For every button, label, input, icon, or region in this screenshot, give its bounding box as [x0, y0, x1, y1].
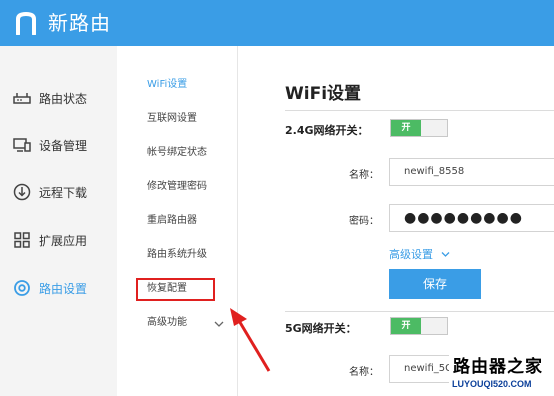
sidebar-item-remote-download[interactable]: 远程下载: [0, 172, 117, 212]
sidebar-item-label: 扩展应用: [39, 233, 88, 248]
wifi24-toggle[interactable]: 开: [390, 119, 448, 137]
divider: [285, 311, 554, 312]
apps-grid-icon: [13, 231, 31, 249]
divider: [285, 110, 554, 111]
watermark-url: LUYOUQI520.COM: [452, 379, 532, 389]
toggle-on-label: 开: [391, 318, 421, 334]
wifi5-toggle[interactable]: 开: [390, 317, 448, 335]
watermark: 路由器之家 LUYOUQI520.COM: [449, 350, 554, 396]
sidebar: 路由状态 设备管理 远程下载 扩展应用 路由设置: [0, 46, 117, 396]
chevron-down-icon[interactable]: [214, 320, 224, 328]
app-brand: 新路由: [48, 11, 111, 35]
wifi24-switch-label: 2.4G网络开关：: [285, 124, 369, 137]
subnav-item-reboot[interactable]: 重启路由器: [147, 214, 197, 228]
page-title: WiFi设置: [285, 84, 362, 104]
settings-icon: [13, 279, 31, 297]
sidebar-item-label: 路由状态: [39, 91, 88, 106]
main-content: WiFi设置 2.4G网络开关： 开 名称： newifi_8558 密码： ●…: [238, 46, 554, 396]
download-icon: [13, 183, 31, 201]
subnav-item-advanced[interactable]: 高级功能: [147, 316, 187, 330]
toggle-on-label: 开: [391, 120, 421, 136]
sidebar-item-label: 远程下载: [39, 185, 88, 200]
wifi5-switch-label: 5G网络开关：: [285, 322, 357, 335]
router-status-icon: [13, 89, 31, 107]
sidebar-item-router-settings[interactable]: 路由设置: [0, 268, 117, 308]
advanced-settings-link[interactable]: 高级设置: [389, 246, 450, 262]
subnav: WiFi设置 互联网设置 帐号绑定状态 修改管理密码 重启路由器 路由系统升级 …: [117, 46, 238, 396]
subnav-item-change-password[interactable]: 修改管理密码: [147, 180, 207, 194]
wifi5-name-label: 名称：: [349, 367, 379, 378]
subnav-item-wifi[interactable]: WiFi设置: [147, 78, 187, 92]
save-button[interactable]: 保存: [389, 269, 481, 299]
app-header: 新路由: [0, 0, 554, 46]
sidebar-item-device-manage[interactable]: 设备管理: [0, 125, 117, 165]
newifi-logo-icon: [16, 11, 36, 35]
subnav-item-internet[interactable]: 互联网设置: [147, 112, 197, 126]
sidebar-item-apps[interactable]: 扩展应用: [0, 220, 117, 260]
advanced-settings-label: 高级设置: [389, 248, 433, 261]
sidebar-item-label: 路由设置: [39, 281, 88, 296]
wifi24-password-field[interactable]: ●●●●●●●●●: [389, 204, 554, 232]
chevron-down-icon: [441, 252, 449, 257]
wifi24-name-label: 名称：: [349, 170, 379, 181]
sidebar-item-label: 设备管理: [39, 138, 88, 153]
subnav-item-account-binding[interactable]: 帐号绑定状态: [147, 146, 207, 160]
wifi24-name-field[interactable]: newifi_8558: [389, 158, 554, 186]
sidebar-item-router-status[interactable]: 路由状态: [0, 78, 117, 118]
watermark-title: 路由器之家: [453, 357, 543, 377]
wifi24-password-label: 密码：: [349, 216, 379, 227]
subnav-item-upgrade[interactable]: 路由系统升级: [147, 248, 207, 262]
highlight-box: [136, 278, 215, 301]
device-manage-icon: [13, 136, 31, 154]
